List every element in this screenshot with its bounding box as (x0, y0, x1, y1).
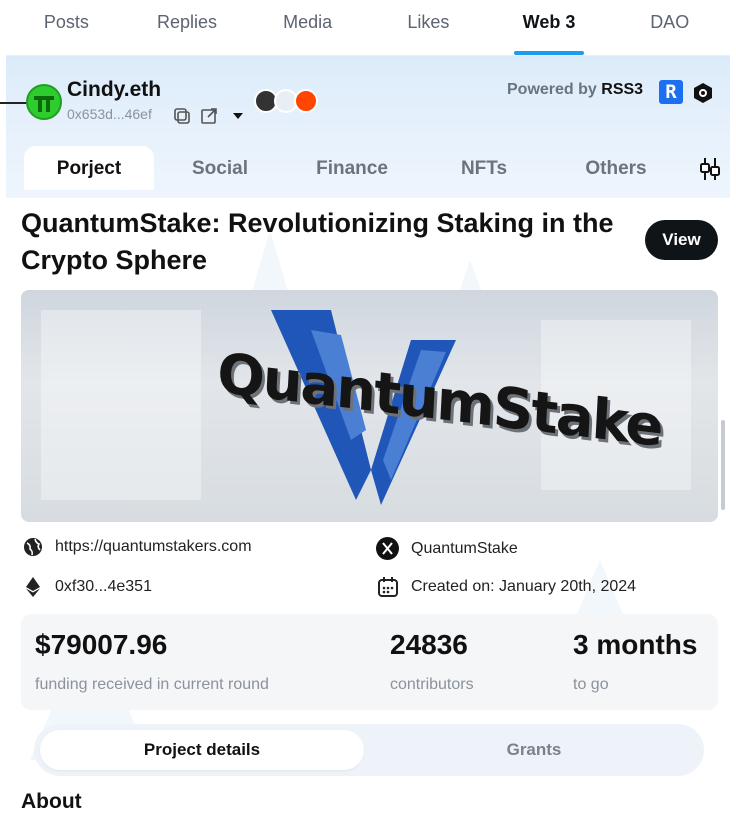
copy-icon[interactable] (171, 105, 193, 127)
tab-social[interactable]: Social (154, 146, 286, 190)
tab-dao[interactable]: DAO (609, 0, 730, 55)
project-title: QuantumStake: Revolutionizing Staking in… (21, 208, 614, 275)
segment-grants[interactable]: Grants (370, 730, 698, 770)
created-date-text: Created on: January 20th, 2024 (411, 578, 637, 595)
segment-project-details[interactable]: Project details (40, 730, 364, 770)
tab-nfts[interactable]: NFTs (418, 146, 550, 190)
detail-segment-control: Project details Grants (34, 724, 704, 776)
powered-by-brand: RSS3 (601, 81, 644, 98)
tab-others[interactable]: Others (550, 146, 682, 190)
calendar-icon (378, 577, 398, 597)
scrollbar-thumb[interactable] (721, 420, 725, 510)
time-remaining: 3 months (573, 629, 698, 660)
twitter-handle[interactable]: QuantumStake (411, 540, 518, 558)
website-link[interactable]: https://quantumstakers.com (23, 537, 252, 557)
twitter-link[interactable]: QuantumStake (376, 537, 518, 560)
contributors-count: 24836 (390, 629, 468, 660)
view-button[interactable]: View (645, 220, 718, 260)
tab-replies[interactable]: Replies (127, 0, 248, 55)
filter-icon[interactable] (698, 156, 722, 187)
powered-by-label: Powered by RSS3 (507, 81, 643, 99)
funding-stats: $79007.96 funding received in current ro… (21, 614, 718, 710)
funding-amount: $79007.96 (35, 629, 168, 660)
tab-finance[interactable]: Finance (286, 146, 418, 190)
reddit-icon[interactable] (294, 89, 318, 113)
tab-media[interactable]: Media (247, 0, 368, 55)
contributors-label: contributors (390, 676, 474, 693)
profile-name: Cindy.eth (67, 78, 162, 101)
time-remaining-label: to go (573, 676, 609, 693)
x-logo-icon (376, 537, 399, 560)
rss3-logo-icon[interactable]: R (659, 80, 683, 104)
globe-icon (24, 538, 42, 556)
linked-accounts (254, 89, 318, 113)
external-link-icon[interactable] (198, 105, 220, 127)
web3-category-tabs: Porject Social Finance NFTs Others (24, 146, 728, 190)
wallet-address: 0x653d...46ef (67, 106, 152, 122)
ethereum-icon (26, 577, 40, 597)
tab-posts[interactable]: Posts (6, 0, 127, 55)
tab-likes[interactable]: Likes (368, 0, 489, 55)
powered-by-prefix: Powered by (507, 81, 597, 98)
created-date: Created on: January 20th, 2024 (377, 576, 636, 598)
profile-tab-bar: Posts Replies Media Likes Web 3 DAO (6, 0, 730, 56)
tab-web3[interactable]: Web 3 (489, 0, 610, 55)
avatar[interactable] (26, 84, 62, 120)
funding-label: funding received in current round (35, 676, 269, 693)
about-heading: About (21, 790, 82, 813)
website-url[interactable]: https://quantumstakers.com (55, 538, 252, 556)
hexagon-icon[interactable] (692, 82, 714, 109)
caret-down-icon[interactable] (227, 105, 249, 127)
tab-project[interactable]: Porject (24, 146, 154, 190)
project-banner: QuantumStake (21, 290, 718, 522)
contract-address[interactable]: 0xf30...4e351 (23, 576, 152, 598)
contract-address-text[interactable]: 0xf30...4e351 (55, 578, 152, 596)
